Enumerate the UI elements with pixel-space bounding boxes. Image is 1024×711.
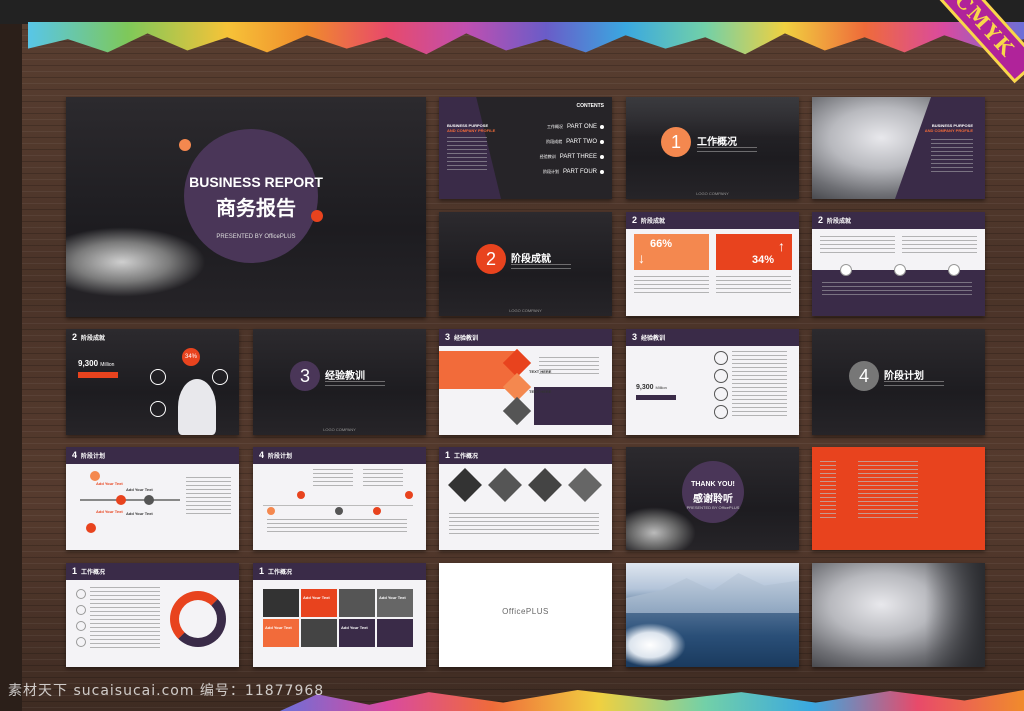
slide-header: 1 工作概况 — [439, 447, 612, 464]
contents-item[interactable]: 阶段计划 PART FOUR — [534, 164, 604, 179]
slide-achievement-a[interactable]: 2 阶段成就 66% 34% ↑ ↓ — [626, 212, 799, 316]
officeplus-logo: OfficePLUS — [502, 607, 549, 616]
tile-label: Add Your Text — [341, 625, 368, 630]
contents-item[interactable]: 经验教训 PART THREE — [534, 149, 604, 164]
step-label: Add Your Text — [96, 509, 123, 514]
slide-section-1[interactable]: 1 工作概况 LOGO COMPANY — [626, 97, 799, 199]
search-icon — [714, 387, 728, 401]
big-number: 9,300 Million — [78, 359, 115, 368]
slide-photo-fog[interactable] — [812, 563, 985, 667]
contents-item[interactable]: 阶段成就 PART TWO — [534, 134, 604, 149]
section-title: 工作概况 — [697, 137, 737, 148]
step-label: Add Your Text — [126, 487, 153, 492]
thanks-cn: 感谢聆听 — [693, 494, 733, 505]
logo-company: LOGO COMPANY — [696, 191, 729, 196]
step-label: Add Your Text — [96, 481, 123, 486]
pct-bubble: 34% — [182, 348, 200, 366]
wrench-icon — [150, 369, 166, 385]
head-silhouette-icon — [178, 379, 216, 435]
big-number: 9,300 Million — [636, 384, 667, 391]
arrow-down-icon: ↓ — [638, 250, 645, 266]
slide-section-4[interactable]: 4 阶段计划 — [812, 329, 985, 435]
slide-contact[interactable] — [812, 447, 985, 550]
cover-title-cn: 商务报告 — [216, 198, 296, 220]
slide-header: 3 经验教训 — [626, 329, 799, 346]
slide-lessons-a[interactable]: 3经验教训 TEXT HERE TEXT HERE — [439, 329, 612, 435]
slide-plan-b[interactable]: 4 阶段计划 — [253, 447, 426, 550]
section-number: 4 — [849, 361, 879, 391]
step-label: Add Your Text — [126, 511, 153, 516]
slide-section-3[interactable]: 3 经验教训 LOGO COMPANY — [253, 329, 426, 435]
slide-contents[interactable]: BUSINESS PURPOSE AND COMPANY PROFILE CON… — [439, 97, 612, 199]
thanks-presented: PRESENTED BY OfficePLUS — [686, 505, 740, 510]
watermark: 素材天下 sucaisucai.com 编号：11877968 — [8, 683, 325, 699]
section-number: 3 — [290, 361, 320, 391]
section-title: 阶段成就 — [511, 254, 551, 265]
tile-label: Add Your Text — [303, 595, 330, 600]
slide-thanks[interactable]: THANK YOU! 感谢聆听 PRESENTED BY OfficePLUS — [626, 447, 799, 550]
slide-overview-c[interactable]: 1 工作概况 Add Your Text Add Your Text Add Yo… — [253, 563, 426, 667]
basket-icon — [212, 369, 228, 385]
slide-overview-a[interactable]: 1 工作概况 — [439, 447, 612, 550]
slide-header: 2 阶段成就 — [812, 212, 985, 229]
contents-heading: CONTENTS — [576, 103, 605, 109]
thanks-en: THANK YOU! — [691, 481, 735, 488]
contents-list: 工作概况 PART ONE 阶段成就 PART TWO 经验教训 PART THREE… — [534, 119, 604, 179]
arrow-up-icon: ↑ — [778, 238, 785, 254]
slide-cover[interactable]: BUSINESS REPORT 商务报告 PRESENTED BY Office… — [66, 97, 426, 317]
slide-achievement-b[interactable]: 2 阶段成就 — [812, 212, 985, 316]
accent-dot — [179, 139, 191, 151]
frame-top — [0, 0, 1024, 24]
slide-header: 4 阶段计划 — [253, 447, 426, 464]
slide-section-2[interactable]: 2 阶段成就 LOGO COMPANY — [439, 212, 612, 316]
section-title: 阶段计划 — [884, 371, 924, 382]
cover-presented: PRESENTED BY OfficePLUS — [216, 234, 296, 240]
tile-label: Add Your Text — [265, 625, 292, 630]
gear-icon — [714, 405, 728, 419]
frame-edge — [0, 0, 22, 711]
slide-header: 2 阶段成就 — [626, 212, 799, 229]
section-title: 经验教训 — [325, 371, 365, 382]
slide-header: 2 阶段成就 — [72, 332, 106, 342]
shape-label: TEXT HERE — [529, 389, 552, 394]
stat-value: 66% — [650, 238, 673, 250]
tools-icon — [150, 401, 166, 417]
logo-company: LOGO COMPANY — [509, 308, 542, 313]
stat-value: 34% — [752, 254, 775, 266]
section-number: 2 — [476, 244, 506, 274]
logo-company: LOGO COMPANY — [323, 427, 356, 432]
profile-title2: AND COMPANY PROFILE — [924, 128, 973, 133]
slide-lessons-b[interactable]: 3 经验教训 9,300 Million — [626, 329, 799, 435]
slide-overview-b[interactable]: 1 工作概况 — [66, 563, 239, 667]
section-number: 1 — [661, 127, 691, 157]
star-icon — [714, 369, 728, 383]
slide-header: 4 阶段计划 — [66, 447, 239, 464]
slide-header: 1 工作概况 — [66, 563, 239, 580]
slide-officeplus[interactable]: OfficePLUS — [439, 563, 612, 667]
slide-header: 3 经验教训 — [439, 329, 612, 346]
slide-profile[interactable]: BUSINESS PURPOSE AND COMPANY PROFILE — [812, 97, 985, 199]
contents-item[interactable]: 工作概况 PART ONE — [534, 119, 604, 134]
slide-header: 1 工作概况 — [253, 563, 426, 580]
slide-photo-lake[interactable] — [626, 563, 799, 667]
donut-chart — [170, 591, 226, 647]
cover-title: BUSINESS REPORT — [189, 174, 323, 190]
contents-left-title2: AND COMPANY PROFILE — [447, 128, 496, 133]
link-icon — [714, 351, 728, 365]
slide-plan-a[interactable]: 4 阶段计划 Add Your Text Add Your Text Add Yo… — [66, 447, 239, 550]
slide-achievement-c[interactable]: 2 阶段成就 9,300 Million 34% — [66, 329, 239, 435]
tile-label: Add Your Text — [379, 595, 406, 600]
